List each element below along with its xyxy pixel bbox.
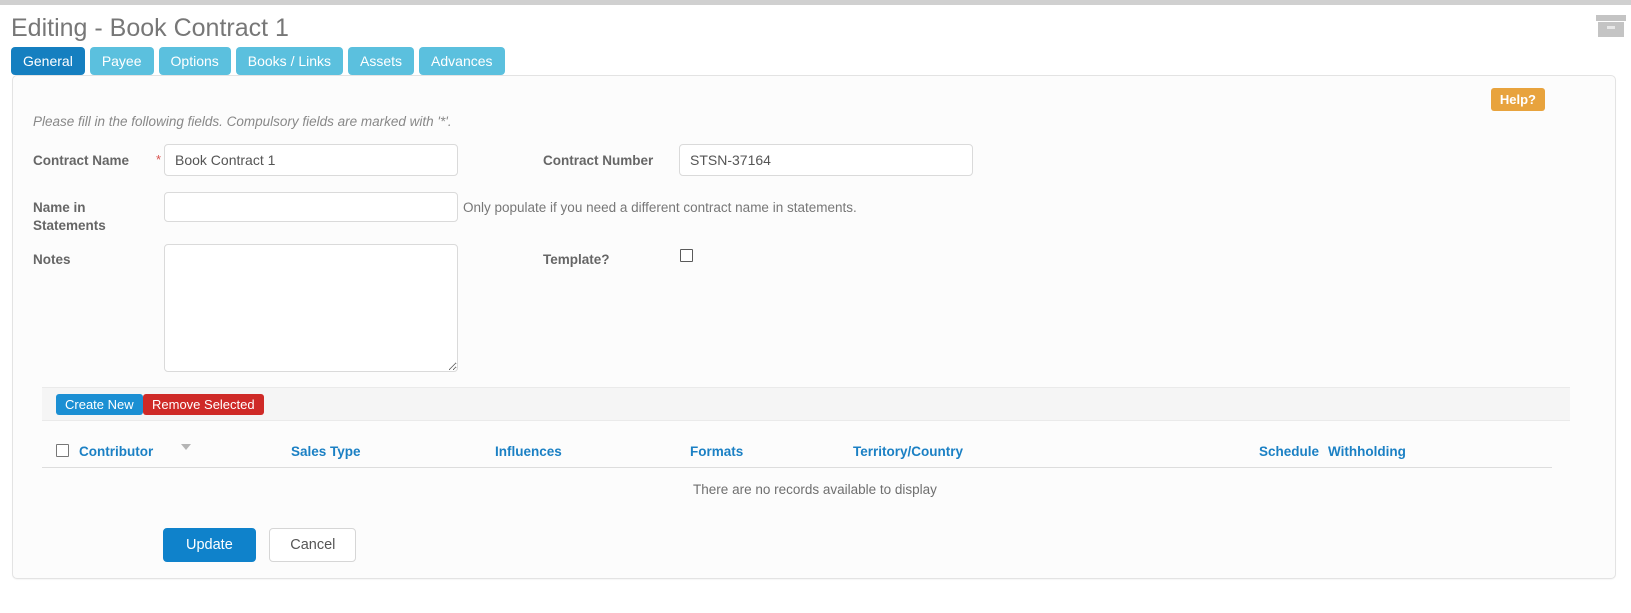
create-new-button[interactable]: Create New xyxy=(56,394,143,415)
notes-label: Notes xyxy=(33,252,71,267)
form-instructions: Please fill in the following fields. Com… xyxy=(33,114,452,129)
remove-selected-button[interactable]: Remove Selected xyxy=(143,394,264,415)
tab-assets[interactable]: Assets xyxy=(348,47,415,75)
column-header-schedule[interactable]: Schedule xyxy=(1259,444,1319,459)
archive-box-body xyxy=(1598,22,1624,37)
name-in-statements-hint: Only populate if you need a different co… xyxy=(463,200,857,215)
archive-box-icon[interactable] xyxy=(1596,15,1626,37)
column-header-formats[interactable]: Formats xyxy=(690,444,743,459)
tab-books-links[interactable]: Books / Links xyxy=(235,47,344,75)
update-button[interactable]: Update xyxy=(163,528,256,562)
contract-number-input[interactable] xyxy=(679,144,973,176)
edit-contract-panel: Help? Please fill in the following field… xyxy=(12,75,1616,579)
form-action-buttons: Update Cancel xyxy=(163,528,357,562)
archive-box-lid xyxy=(1596,15,1626,21)
column-header-contributor[interactable]: Contributor xyxy=(79,444,153,459)
column-header-sales-type[interactable]: Sales Type xyxy=(291,444,361,459)
name-in-statements-label-line2: Statements xyxy=(33,218,106,233)
contract-name-required-marker: * xyxy=(156,152,162,167)
help-button[interactable]: Help? xyxy=(1490,88,1545,111)
window-top-strip xyxy=(0,0,1631,5)
contract-name-label: Contract Name xyxy=(33,153,130,168)
column-header-influences[interactable]: Influences xyxy=(495,444,562,459)
sort-descending-icon[interactable] xyxy=(181,444,191,450)
tab-payee[interactable]: Payee xyxy=(89,47,154,75)
tab-advances[interactable]: Advances xyxy=(419,47,505,75)
grid-empty-message: There are no records available to displa… xyxy=(693,482,937,497)
archive-box-handle xyxy=(1607,26,1615,29)
grid-header-row: Contributor Sales Type Influences Format… xyxy=(42,434,1552,468)
contract-name-input[interactable] xyxy=(164,144,458,176)
contract-number-label: Contract Number xyxy=(543,153,654,168)
name-in-statements-input[interactable] xyxy=(164,192,458,222)
notes-textarea[interactable] xyxy=(164,244,458,372)
grid-toolbar: Create New Remove Selected xyxy=(42,387,1570,421)
select-all-checkbox[interactable] xyxy=(56,444,69,457)
template-label: Template? xyxy=(543,252,610,267)
tab-general[interactable]: General xyxy=(11,47,85,75)
page-title: Editing - Book Contract 1 xyxy=(11,14,289,42)
cancel-button[interactable]: Cancel xyxy=(269,528,357,562)
template-checkbox[interactable] xyxy=(680,249,693,262)
name-in-statements-label-line1: Name in xyxy=(33,200,86,215)
tab-options[interactable]: Options xyxy=(158,47,231,75)
column-header-withholding[interactable]: Withholding xyxy=(1328,444,1406,459)
column-header-territory-country[interactable]: Territory/Country xyxy=(853,444,963,459)
tab-bar: General Payee Options Books / Links Asse… xyxy=(11,47,505,75)
